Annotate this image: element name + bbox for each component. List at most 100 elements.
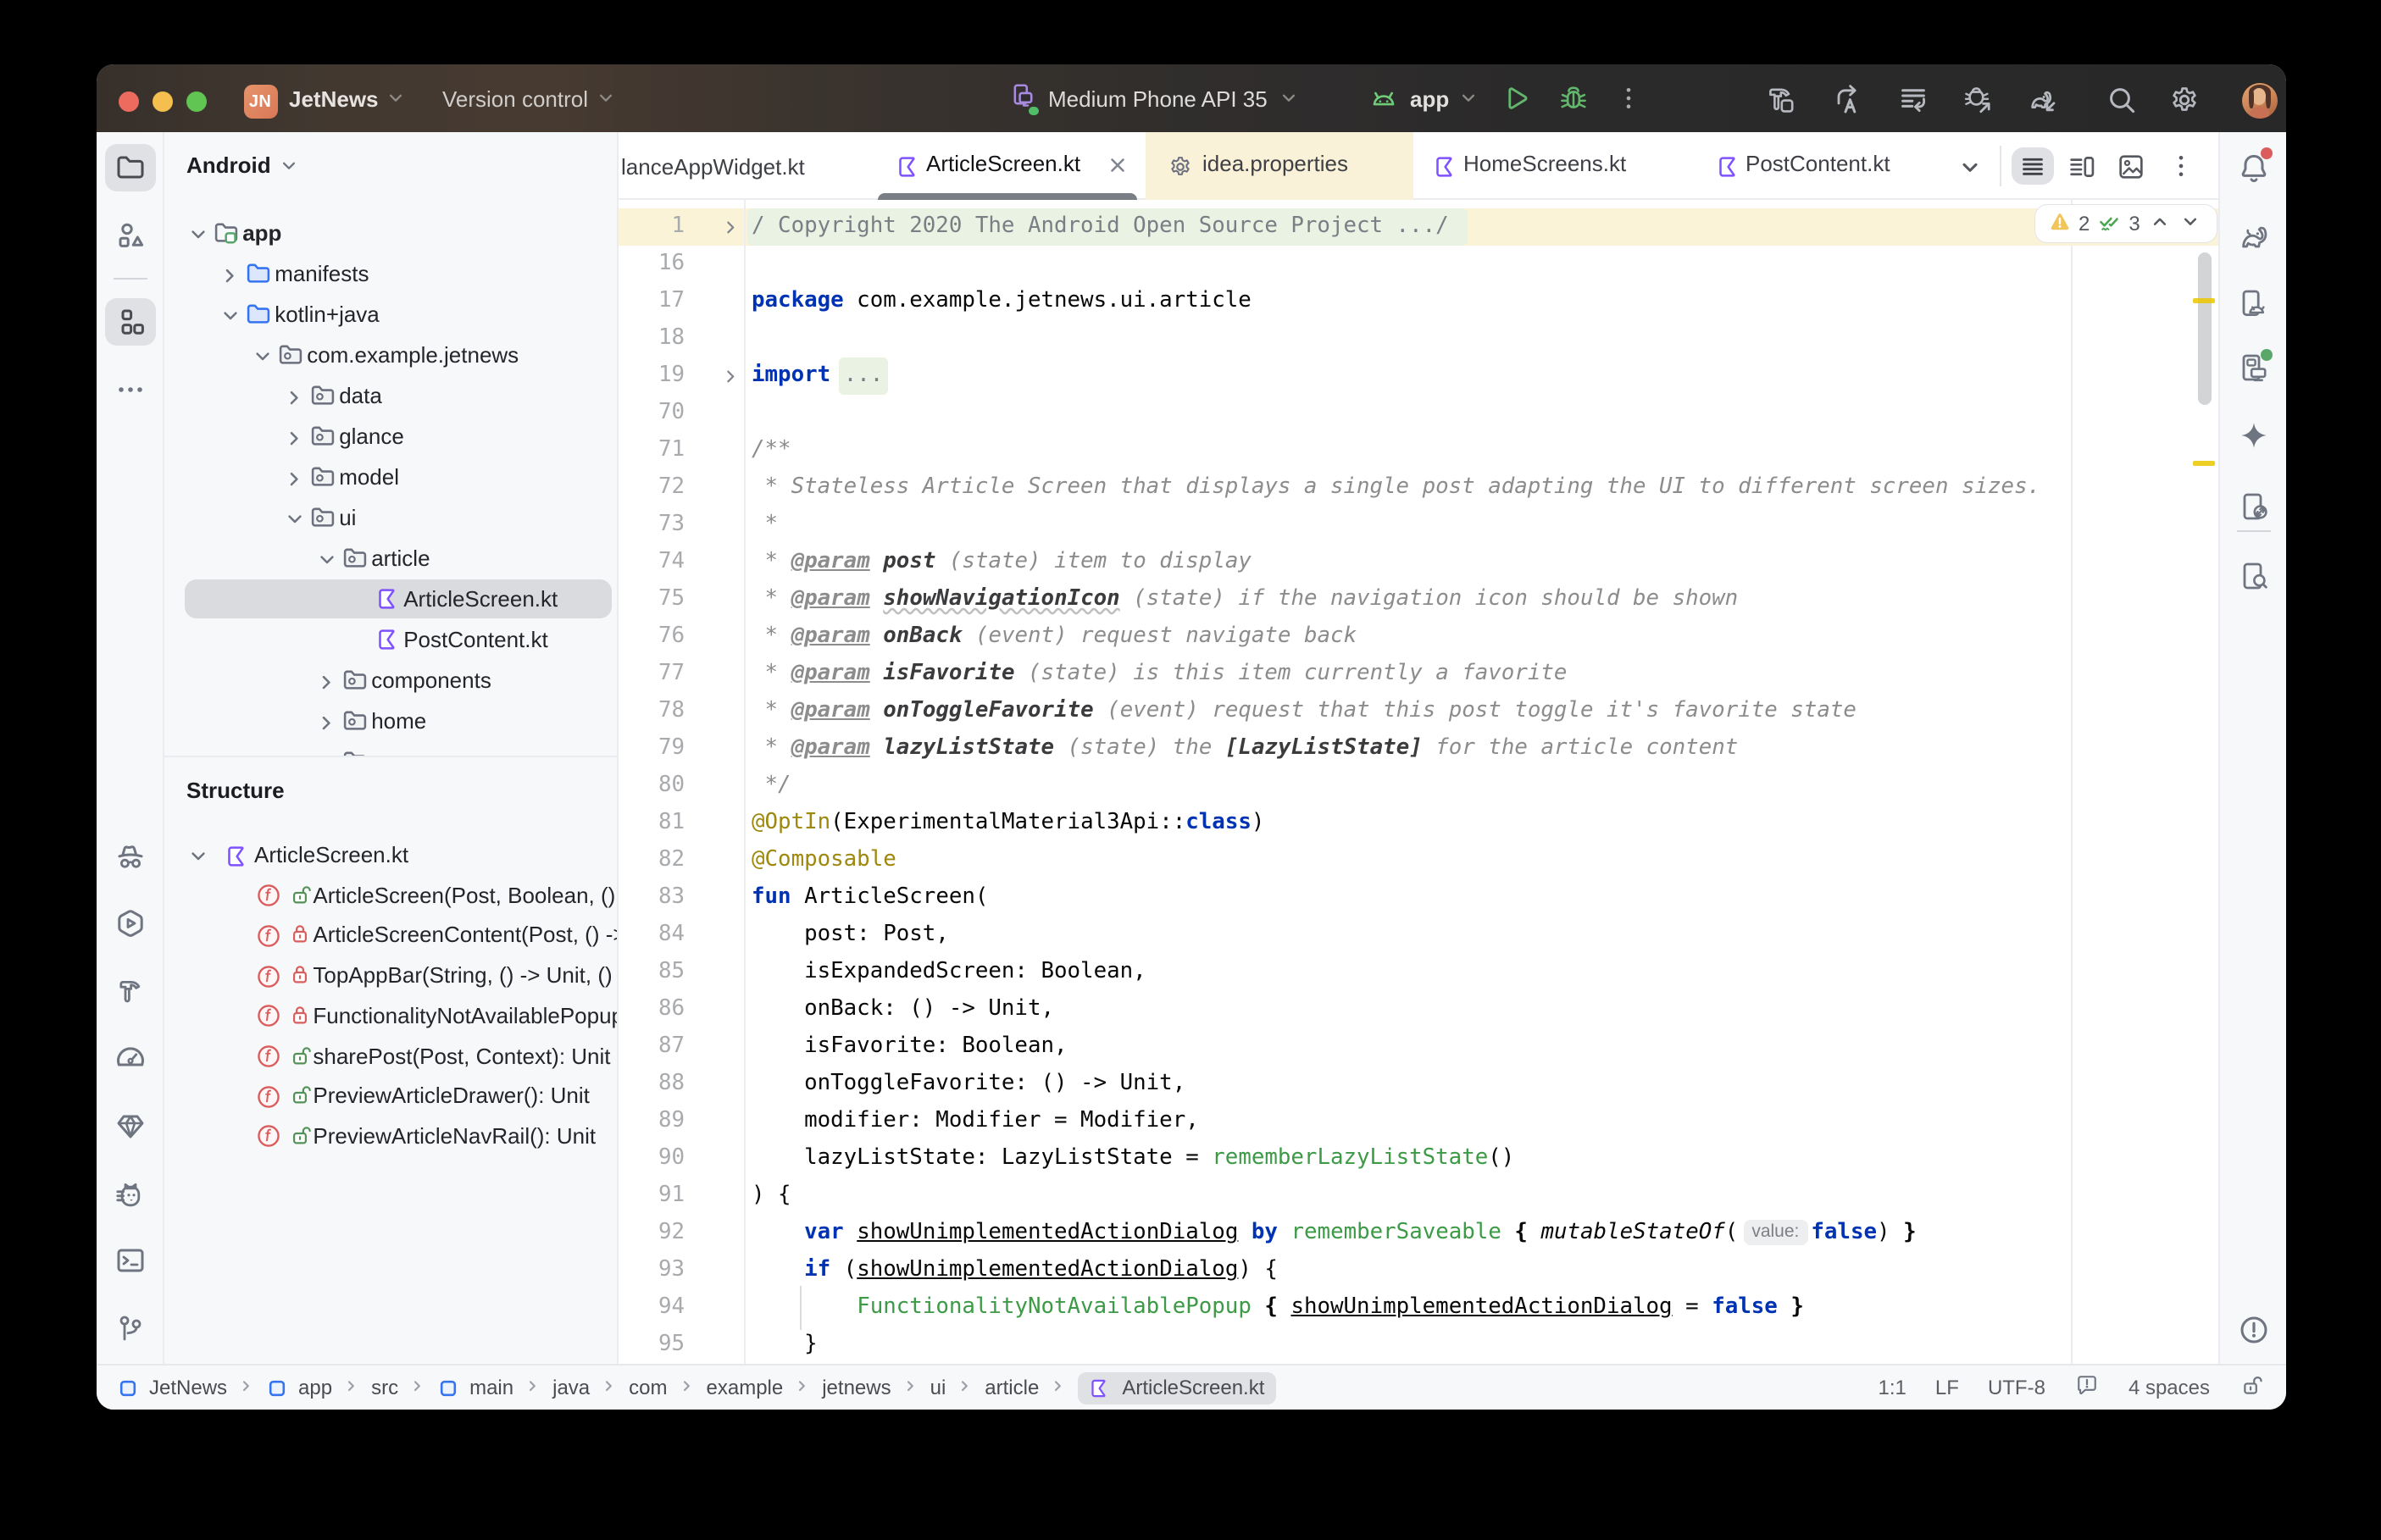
close-icon[interactable]	[1106, 154, 1128, 176]
typo-count[interactable]: 3	[2128, 211, 2140, 235]
more-tool-windows-button[interactable]	[104, 366, 155, 413]
breadcrumb-item[interactable]: main	[437, 1376, 513, 1399]
traffic-light-minimize[interactable]	[152, 91, 172, 111]
gradle-sync-button[interactable]	[2025, 82, 2059, 116]
project-badge[interactable]: JN	[243, 85, 277, 119]
run-button[interactable]	[1500, 82, 1532, 114]
breadcrumb-item[interactable]: src	[371, 1376, 398, 1399]
traffic-light-close[interactable]	[118, 91, 138, 111]
structure-panel-header[interactable]: Structure	[186, 778, 285, 803]
apply-code-changes-button[interactable]	[1896, 82, 1930, 116]
app-inspection-tool-button[interactable]	[2228, 552, 2278, 600]
inspection-widget[interactable]: 2 3	[2034, 204, 2216, 241]
build-button[interactable]	[1764, 82, 1798, 116]
fold-arrow-icon[interactable]	[722, 217, 741, 242]
readonly-toggle[interactable]	[2239, 1371, 2266, 1404]
services-tool-button[interactable]	[104, 900, 155, 948]
build-tool-button[interactable]	[104, 967, 155, 1015]
user-avatar[interactable]	[2241, 82, 2277, 118]
traffic-light-zoom[interactable]	[186, 91, 206, 111]
resource-manager-tool-button[interactable]	[104, 211, 155, 258]
app-quality-insights-tool-button[interactable]	[104, 1102, 155, 1149]
problems-tool-button[interactable]	[2228, 1306, 2278, 1354]
debug-button[interactable]	[1557, 82, 1590, 114]
code-editor[interactable]: 1 / Copyright 2020 The Android Open Sourc…	[619, 200, 2218, 1364]
version-control-tool-button[interactable]	[104, 1305, 155, 1352]
breadcrumb-item[interactable]: article	[985, 1376, 1039, 1399]
highlight-level-widget[interactable]	[2074, 1372, 2100, 1403]
structure-tool-button[interactable]	[104, 298, 155, 346]
hidden-tabs-button[interactable]	[1959, 156, 1981, 186]
device-mirror-tool-button[interactable]	[2228, 482, 2278, 529]
device-selector[interactable]: Medium Phone API 35	[1007, 64, 1298, 132]
tab-articlescreen[interactable]: ArticleScreen.kt	[870, 132, 1144, 200]
project-tree-item-ui[interactable]: ui	[164, 498, 617, 537]
project-panel-header[interactable]: Android	[186, 152, 298, 178]
structure-root-item[interactable]: ArticleScreen.kt	[164, 836, 617, 875]
project-tree-item-kotlin-java[interactable]: kotlin+java	[164, 295, 617, 334]
project-tree-item-interests[interactable]	[164, 742, 617, 755]
apply-changes-button[interactable]	[1830, 82, 1864, 116]
breadcrumb-item[interactable]: jetnews	[822, 1376, 891, 1399]
device-manager-tool-button[interactable]	[2228, 280, 2278, 327]
error-stripe-mark[interactable]	[2192, 298, 2214, 303]
profile-app-button[interactable]	[1961, 82, 1995, 116]
design-view-button[interactable]	[2115, 150, 2147, 191]
tab-idea-properties[interactable]: idea.properties	[1146, 132, 1413, 200]
running-devices-tool-button[interactable]	[2228, 343, 2278, 391]
project-tool-button[interactable]	[104, 144, 155, 191]
structure-item[interactable]: TopAppBar(String, () -> Unit, () -> Unit…	[164, 956, 617, 995]
project-tree-item-manifests[interactable]: manifests	[164, 254, 617, 293]
terminal-tool-button[interactable]	[104, 1238, 155, 1285]
error-stripe-mark[interactable]	[2192, 461, 2214, 466]
split-view-button[interactable]	[2066, 150, 2098, 191]
structure-item[interactable]: ArticleScreenContent(Post, () -> Unit)	[164, 917, 617, 956]
breadcrumb-item[interactable]: example	[707, 1376, 784, 1399]
notifications-button[interactable]	[2228, 143, 2278, 191]
breadcrumb-item[interactable]: ArticleScreen.kt	[1078, 1371, 1277, 1404]
project-tree-item-glance[interactable]: glance	[164, 417, 617, 456]
project-tree-item-components[interactable]: components	[164, 661, 617, 700]
breadcrumb-item[interactable]: com	[629, 1376, 667, 1399]
structure-item[interactable]: FunctionalityNotAvailablePopup(() -> Uni…	[164, 997, 617, 1036]
search-everywhere-button[interactable]	[2104, 82, 2138, 116]
breadcrumb-item[interactable]: app	[266, 1376, 332, 1399]
code-view-button[interactable]	[2012, 147, 2054, 185]
breadcrumb-item[interactable]: java	[552, 1376, 590, 1399]
breadcrumb-item[interactable]: ui	[930, 1376, 946, 1399]
structure-item[interactable]: PreviewArticleNavRail(): Unit	[164, 1117, 617, 1156]
project-tree-item-home[interactable]: home	[164, 701, 617, 740]
run-configuration[interactable]: app	[1368, 64, 1478, 132]
breadcrumb-item[interactable]: JetNews	[117, 1376, 227, 1399]
logcat-tool-button[interactable]	[104, 1170, 155, 1217]
tab-postcontent[interactable]: PostContent.kt	[1695, 132, 1932, 200]
indent-widget[interactable]: 4 spaces	[2128, 1376, 2210, 1399]
project-widget[interactable]: JetNews	[289, 64, 406, 132]
more-actions-button[interactable]	[1613, 83, 1644, 114]
profiler-gauge-tool-button[interactable]	[104, 1035, 155, 1083]
tab-homescreens[interactable]: HomeScreens.kt	[1413, 132, 1653, 200]
fold-arrow-icon[interactable]	[722, 366, 741, 391]
gradle-tool-button[interactable]	[2228, 212, 2278, 259]
structure-item[interactable]: ArticleScreen(Post, Boolean, () -> Unit,…	[164, 876, 617, 915]
settings-button[interactable]	[2167, 82, 2201, 116]
project-tree-item-model[interactable]: model	[164, 457, 617, 496]
editor-more-button[interactable]	[2166, 151, 2196, 190]
scrollbar-thumb[interactable]	[2197, 252, 2211, 404]
line-ending-widget[interactable]: LF	[1935, 1376, 1959, 1399]
next-problem-button[interactable]	[2181, 211, 2200, 235]
gemini-tool-button[interactable]	[2228, 412, 2278, 459]
warning-count[interactable]: 2	[2079, 211, 2090, 235]
tab-glanceappwidget[interactable]: lanceAppWidget.kt	[619, 132, 805, 200]
vcs-widget[interactable]: Version control	[442, 64, 615, 132]
prev-problem-button[interactable]	[2151, 211, 2169, 235]
structure-item[interactable]: PreviewArticleDrawer(): Unit	[164, 1077, 617, 1116]
project-tree-item-articlescreen-kt[interactable]: ArticleScreen.kt	[164, 579, 617, 618]
profiler-tool-button[interactable]	[104, 833, 155, 880]
project-tree-item-com-example-jetnews[interactable]: com.example.jetnews	[164, 335, 617, 374]
structure-item[interactable]: sharePost(Post, Context): Unit	[164, 1037, 617, 1076]
project-tree-item-article[interactable]: article	[164, 539, 617, 578]
project-tree-item-postcontent-kt[interactable]: PostContent.kt	[164, 620, 617, 659]
encoding-widget[interactable]: UTF-8	[1988, 1376, 2045, 1399]
project-tree-item-data[interactable]: data	[164, 376, 617, 415]
